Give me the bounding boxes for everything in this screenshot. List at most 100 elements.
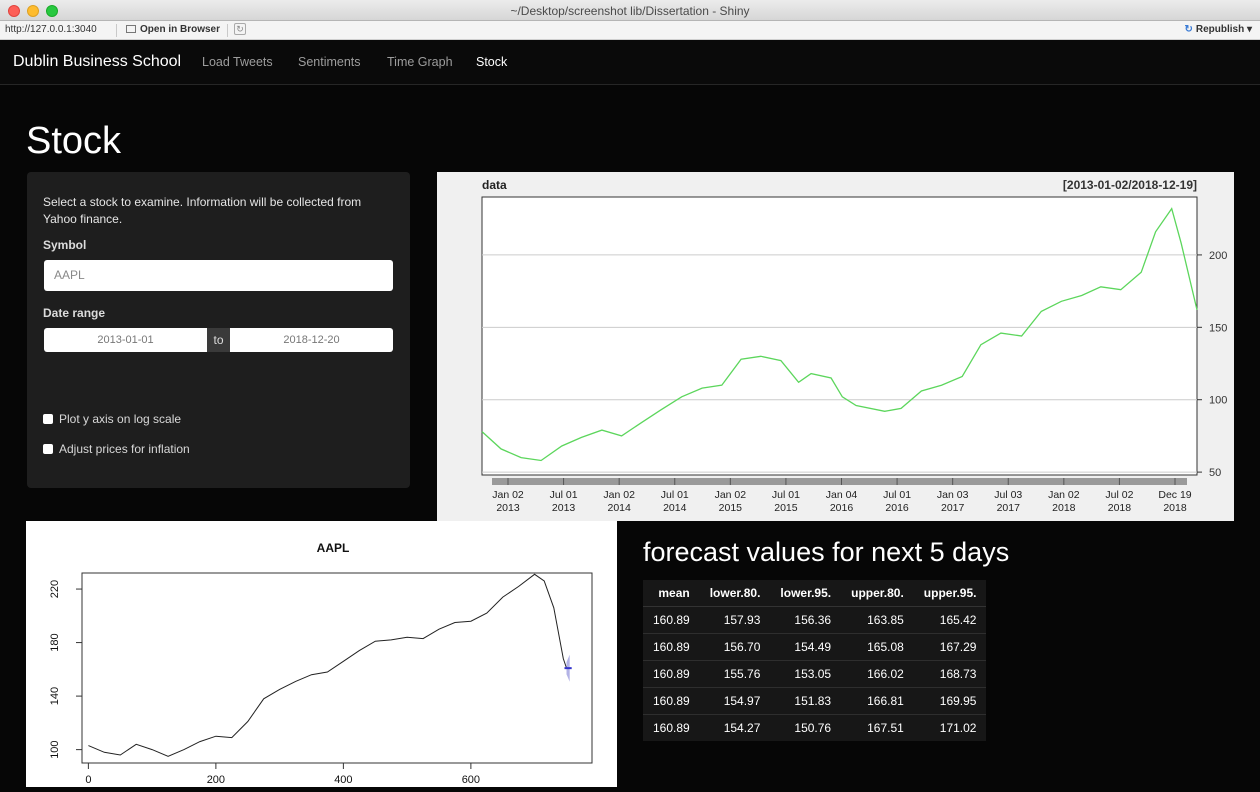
viewer-toolbar: http://127.0.0.1:3040 Open in Browser ↻ …: [0, 21, 1260, 40]
date-range-label: Date range: [43, 306, 106, 320]
x-tick-label: 2015: [719, 502, 743, 514]
table-cell: 167.29: [913, 632, 987, 660]
publish-icon: ↻: [1184, 24, 1193, 35]
table-cell: 155.76: [699, 659, 771, 687]
y-tick-label: 100: [1209, 395, 1227, 407]
table-cell: 163.85: [841, 605, 914, 633]
symbol-input[interactable]: AAPL: [44, 260, 393, 291]
table-cell: 160.89: [643, 686, 700, 714]
republish-button[interactable]: ↻ Republish ▾: [1184, 24, 1252, 35]
y-tick-label: 150: [1209, 322, 1227, 334]
x-axis-bar: [492, 478, 1187, 485]
x-tick-label: Jan 02: [603, 489, 635, 501]
date-to-input[interactable]: 2018-12-20: [230, 328, 393, 352]
column-header: upper.80.: [841, 580, 914, 607]
y-tick-label: 200: [1209, 250, 1227, 262]
x-tick-label: Dec 19: [1158, 489, 1191, 501]
x-tick-label: Jul 02: [1105, 489, 1133, 501]
nav-tab-load-tweets[interactable]: Load Tweets: [202, 55, 273, 69]
open-in-browser-label: Open in Browser: [140, 24, 221, 35]
y-tick-label: 180: [49, 633, 61, 651]
y-tick-label: 50: [1209, 467, 1221, 479]
y-tick-label: 140: [49, 687, 61, 705]
x-tick-label: Jan 02: [715, 489, 747, 501]
checkbox-box[interactable]: [43, 414, 53, 424]
x-tick-label: Jul 03: [994, 489, 1022, 501]
x-tick-label: 0: [85, 774, 91, 786]
table-cell: 157.93: [699, 605, 771, 633]
table-cell: 165.42: [913, 605, 987, 633]
table-cell: 171.02: [913, 713, 987, 741]
log-scale-checkbox[interactable]: Plot y axis on log scale: [43, 412, 181, 426]
table-cell: 153.05: [770, 659, 842, 687]
x-tick-label: 2018: [1108, 502, 1132, 514]
table-cell: 156.36: [770, 605, 842, 633]
table-cell: 165.08: [841, 632, 914, 660]
date-from-input[interactable]: 2013-01-01: [44, 328, 207, 352]
republish-label: Republish: [1195, 24, 1245, 35]
y-tick-label: 220: [49, 580, 61, 598]
column-header: lower.80.: [699, 580, 771, 607]
x-tick-label: 2013: [552, 502, 576, 514]
nav-tab-sentiments[interactable]: Sentiments: [298, 55, 361, 69]
forecast-table-header: mean lower.80. lower.95. upper.80. upper…: [643, 580, 987, 607]
table-row: 160.89 157.93 156.36 163.85 165.42: [643, 605, 987, 633]
window-titlebar: ~/Desktop/screenshot lib/Dissertation - …: [0, 0, 1260, 21]
inflation-checkbox[interactable]: Adjust prices for inflation: [43, 442, 190, 456]
table-cell: 154.49: [770, 632, 842, 660]
table-cell: 160.89: [643, 713, 700, 741]
stock-price-chart: 50 100 150 200 Jan 02 2013 Jul 01 2013 Jan 02 201…: [437, 172, 1234, 521]
table-cell: 169.95: [913, 686, 987, 714]
input-sidebar: Select a stock to examine. Information w…: [27, 172, 410, 488]
forecast-table: mean lower.80. lower.95. upper.80. upper…: [643, 580, 987, 741]
table-cell: 160.89: [643, 632, 700, 660]
chart-title: AAPL: [317, 541, 350, 555]
x-tick-label: Jan 03: [937, 489, 969, 501]
nav-tab-stock[interactable]: Stock: [476, 55, 507, 69]
x-tick-label: 600: [462, 774, 480, 786]
nav-tab-time-graph[interactable]: Time Graph: [387, 55, 453, 69]
open-in-browser-button[interactable]: Open in Browser: [126, 24, 220, 35]
refresh-icon[interactable]: ↻: [234, 23, 246, 35]
page-title: Stock: [26, 120, 122, 162]
table-cell: 160.89: [643, 659, 700, 687]
table-cell: 156.70: [699, 632, 771, 660]
table-row: 160.89 154.97 151.83 166.81 169.95: [643, 686, 987, 714]
x-tick-label: 400: [334, 774, 352, 786]
table-cell: 167.51: [841, 713, 914, 741]
browser-icon: [126, 25, 136, 33]
chart-date-range: [2013-01-02/2018-12-19]: [1063, 178, 1197, 192]
x-tick-label: 2016: [830, 502, 854, 514]
table-row: 160.89 155.76 153.05 166.02 168.73: [643, 659, 987, 687]
x-tick-label: 2013: [496, 502, 520, 514]
chart-title: data: [482, 178, 507, 192]
column-header: mean: [643, 580, 700, 607]
forecast-chart-svg: AAPL 0 200 400 600 100 140 180 220: [49, 541, 593, 786]
toolbar-divider: [116, 24, 117, 37]
x-tick-label: 2014: [607, 502, 631, 514]
table-cell: 166.02: [841, 659, 914, 687]
symbol-label: Symbol: [43, 238, 87, 252]
navbar-brand[interactable]: Dublin Business School: [13, 53, 181, 71]
x-tick-label: 2017: [997, 502, 1021, 514]
x-tick-label: 2018: [1052, 502, 1076, 514]
url-label: http://127.0.0.1:3040: [5, 24, 97, 35]
y-tick-label: 100: [49, 740, 61, 758]
plot-area: [81, 572, 593, 764]
table-cell: 154.97: [699, 686, 771, 714]
x-tick-label: Jan 02: [1048, 489, 1080, 501]
x-tick-label: Jan 02: [492, 489, 524, 501]
table-row: 160.89 154.27 150.76 167.51 171.02: [643, 713, 987, 741]
table-cell: 160.89: [643, 605, 700, 633]
toolbar-divider: [227, 24, 228, 37]
help-text: Select a stock to examine. Information w…: [43, 195, 362, 226]
x-tick-label: 2018: [1163, 502, 1187, 514]
checkbox-box[interactable]: [43, 444, 53, 454]
x-tick-label: 2017: [941, 502, 965, 514]
x-tick-label: 2014: [663, 502, 687, 514]
forecast-chart: AAPL 0 200 400 600 100 140 180 220: [26, 521, 617, 787]
x-tick-label: Jul 01: [883, 489, 911, 501]
x-tick-label: Jul 01: [772, 489, 800, 501]
x-tick-label: Jul 01: [550, 489, 578, 501]
column-header: lower.95.: [770, 580, 842, 607]
